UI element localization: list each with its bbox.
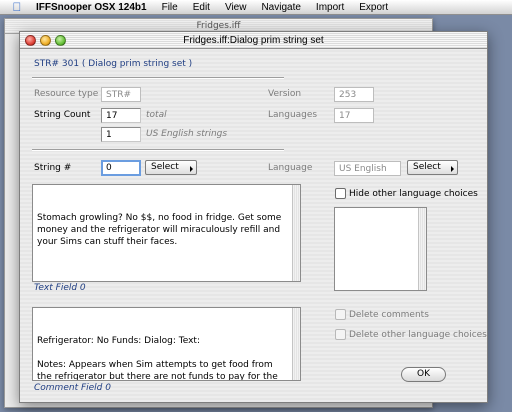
window-title: Fridges.iff:Dialog prim string set (183, 35, 324, 46)
menu-import[interactable]: Import (316, 2, 344, 13)
delete-other-languages-checkbox[interactable] (335, 329, 346, 340)
string-select-label: Select (151, 162, 179, 172)
comment-field-caption: Comment Field 0 (34, 383, 111, 393)
dialog-window: Fridges.iff:Dialog prim string set STR# … (19, 31, 488, 403)
text-field-content: Stomach growling? No $$, no food in frid… (37, 213, 285, 247)
string-number-label: String # (34, 163, 72, 173)
menu-navigate[interactable]: Navigate (261, 2, 300, 13)
hide-languages-label: Hide other language choices (349, 189, 478, 199)
string-count-label: String Count (34, 110, 91, 120)
resource-type-field: STR# (101, 87, 141, 102)
version-label: Version (268, 89, 302, 99)
comment-field-scrollbar[interactable] (292, 308, 300, 380)
resource-type-label: Resource type (34, 89, 99, 99)
apple-menu-icon[interactable]:  (10, 0, 24, 14)
hide-languages-checkbox[interactable] (335, 188, 346, 199)
comment-field-content: Refrigerator: No Funds: Dialog: Text: No… (37, 336, 278, 381)
ok-button[interactable]: OK (401, 367, 446, 382)
languages-label: Languages (268, 110, 318, 120)
menu-edit[interactable]: Edit (193, 2, 210, 13)
divider-top (32, 77, 284, 79)
language-field: US English (334, 161, 401, 176)
string-count-field[interactable]: 17 (101, 108, 141, 123)
english-strings-suffix: US English strings (146, 129, 228, 139)
comment-field-area[interactable]: Refrigerator: No Funds: Dialog: Text: No… (32, 307, 301, 381)
resource-heading: STR# 301 ( Dialog prim string set ) (34, 59, 193, 69)
string-select-button[interactable]: Select (145, 160, 197, 175)
text-field-caption: Text Field 0 (34, 283, 86, 293)
divider-middle (32, 149, 284, 151)
text-field-scrollbar[interactable] (292, 185, 300, 281)
string-number-field[interactable]: 0 (101, 160, 141, 176)
app-menu[interactable]: IFFSnooper OSX 124b1 (36, 2, 147, 13)
delete-comments-checkbox[interactable] (335, 309, 346, 320)
string-count-suffix: total (146, 110, 167, 120)
version-field: 253 (334, 87, 374, 102)
delete-other-languages-label: Delete other language choices (349, 330, 487, 340)
menu-arrow-icon (190, 166, 193, 172)
menu-view[interactable]: View (225, 2, 247, 13)
menu-bar:  IFFSnooper OSX 124b1 File Edit View Na… (0, 0, 512, 15)
delete-comments-label: Delete comments (349, 310, 429, 320)
language-list[interactable] (334, 207, 427, 291)
language-select-button[interactable]: Select (407, 160, 458, 175)
languages-field: 17 (334, 108, 374, 123)
language-label: Language (268, 163, 313, 173)
english-strings-field[interactable]: 1 (101, 127, 141, 142)
language-select-label: Select (413, 162, 441, 172)
menu-arrow-icon (451, 166, 454, 172)
language-list-scrollbar[interactable] (418, 208, 426, 290)
text-field-area[interactable]: Stomach growling? No $$, no food in frid… (32, 184, 301, 282)
menu-export[interactable]: Export (359, 2, 388, 13)
menu-file[interactable]: File (162, 2, 178, 13)
